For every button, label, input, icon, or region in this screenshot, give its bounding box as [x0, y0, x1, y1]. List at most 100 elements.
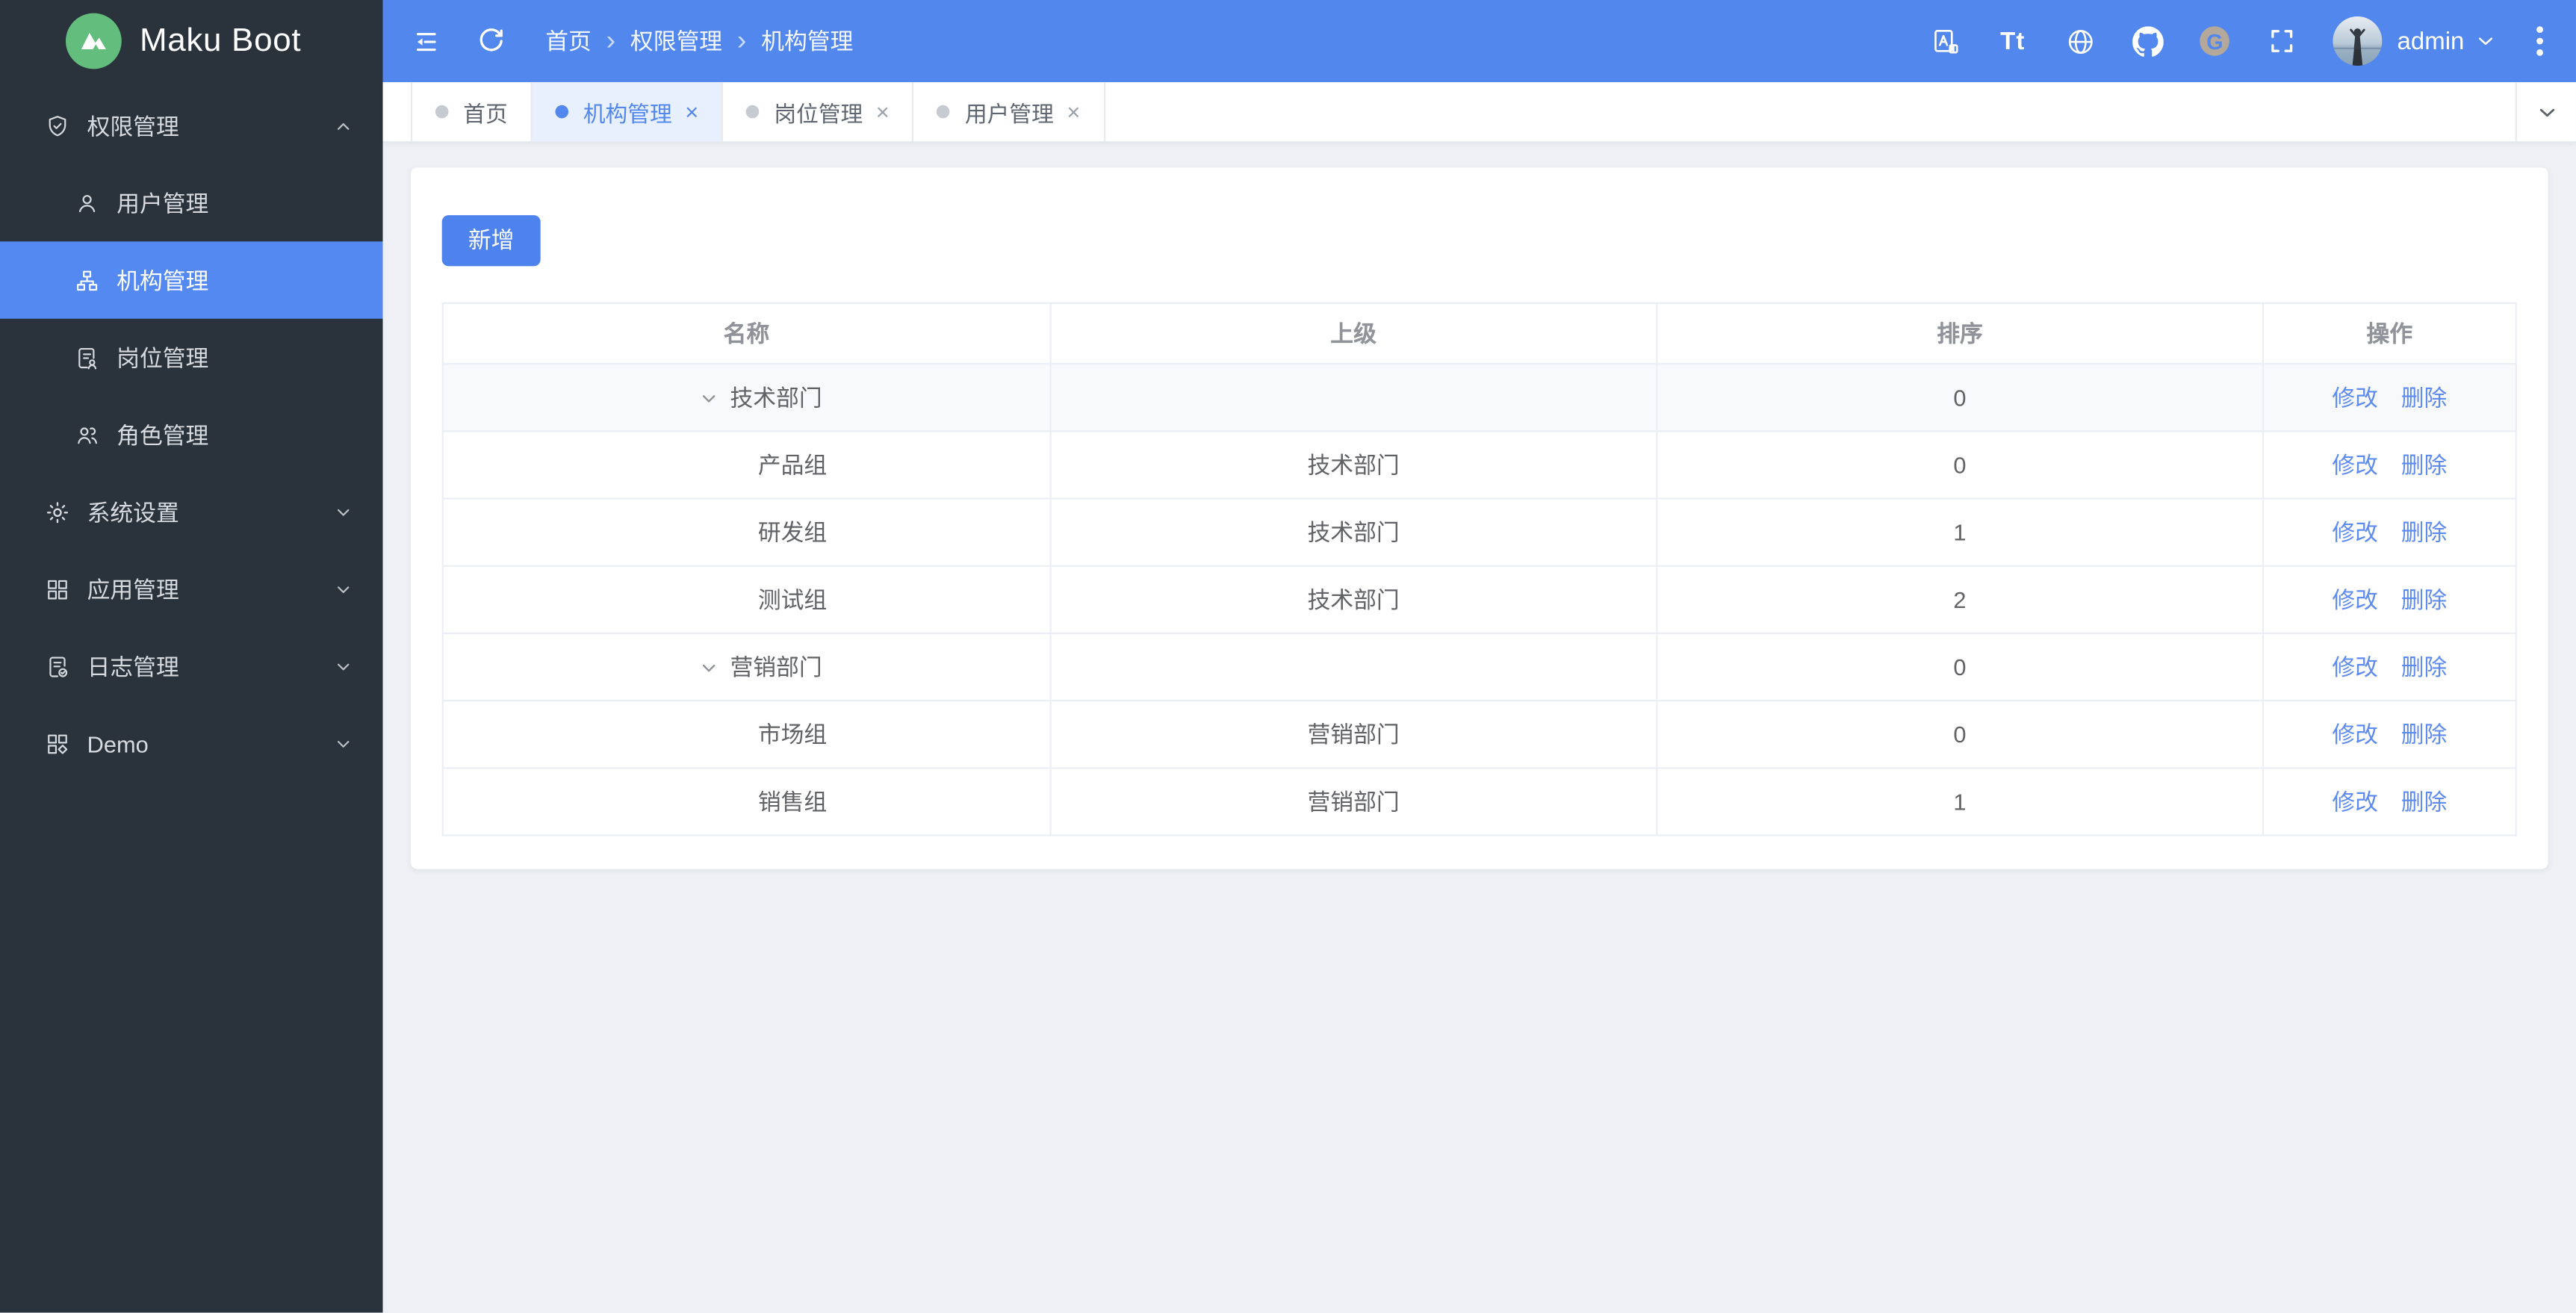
expand-arrow-icon[interactable] — [701, 659, 719, 677]
sidebar-item-demo-group[interactable]: Demo — [0, 705, 383, 782]
org-sort: 1 — [1655, 767, 2265, 836]
table-row: 测试组 技术部门 2 修改 删除 — [441, 565, 2517, 635]
org-name: 技术部门 — [730, 384, 822, 411]
translate-icon[interactable] — [1924, 19, 1967, 62]
sidebar-item-users[interactable]: 用户管理 — [0, 164, 383, 241]
font-size-icon[interactable]: Tt — [1991, 19, 2034, 62]
chevron-up-icon — [334, 116, 353, 135]
menu-fold-icon[interactable] — [404, 19, 447, 62]
user-name[interactable]: admin — [2397, 27, 2465, 55]
app-title: Maku Boot — [139, 22, 302, 59]
sidebar-item-label: 机构管理 — [117, 267, 209, 294]
org-sort: 0 — [1655, 430, 2265, 500]
table-row: 研发组 技术部门 1 修改 删除 — [441, 497, 2517, 567]
kebab-menu-icon[interactable] — [2524, 19, 2557, 62]
org-table: 名称 上级 排序 操作 技术部门 0 修改 删除 产品组 技术部门 0 修改 删… — [441, 302, 2517, 836]
sidebar-item-roles[interactable]: 角色管理 — [0, 396, 383, 473]
chevron-right-icon: › — [736, 23, 747, 55]
org-name: 市场组 — [757, 721, 828, 748]
refresh-icon[interactable] — [470, 19, 512, 62]
content-area: 新增 名称 上级 排序 操作 技术部门 0 修改 删除 产品组 技术部门 0 修… — [383, 143, 2576, 1313]
delete-link[interactable]: 删除 — [2401, 654, 2448, 680]
tab-home[interactable]: 首页 — [410, 81, 533, 142]
chevron-down-icon — [334, 502, 353, 521]
column-header-name: 名称 — [441, 302, 1052, 365]
delete-link[interactable]: 删除 — [2401, 586, 2448, 612]
globe-icon[interactable] — [2058, 19, 2101, 62]
tab-dot-icon — [555, 105, 569, 119]
edit-link[interactable]: 修改 — [2332, 789, 2378, 815]
org-name: 营销部门 — [730, 654, 822, 680]
org-parent — [1049, 363, 1658, 432]
table-row: 产品组 技术部门 0 修改 删除 — [441, 430, 2517, 500]
column-header-actions: 操作 — [2262, 302, 2517, 365]
github-icon[interactable] — [2126, 19, 2169, 62]
gitee-icon[interactable]: G — [2194, 19, 2236, 62]
tab-bar: 首页 机构管理 × 岗位管理 × 用户管理 × — [382, 81, 2576, 143]
edit-link[interactable]: 修改 — [2332, 654, 2378, 680]
org-name: 产品组 — [757, 451, 828, 479]
edit-link[interactable]: 修改 — [2332, 721, 2378, 748]
tab-user[interactable]: 用户管理 × — [914, 81, 1105, 142]
tab-label: 用户管理 — [964, 102, 1054, 127]
sidebar-item-apps-group[interactable]: 应用管理 — [0, 550, 383, 627]
user-icon — [74, 190, 100, 216]
sidebar-item-system-group[interactable]: 系统设置 — [0, 473, 383, 550]
delete-link[interactable]: 删除 — [2401, 789, 2448, 815]
sidebar-item-perm-group[interactable]: 权限管理 — [0, 87, 383, 164]
close-icon[interactable]: × — [876, 100, 890, 123]
delete-link[interactable]: 删除 — [2401, 721, 2448, 748]
breadcrumb-section[interactable]: 权限管理 — [630, 25, 722, 58]
close-icon[interactable]: × — [685, 100, 698, 123]
sidebar-item-org[interactable]: 机构管理 — [0, 241, 383, 319]
log-document-icon — [44, 653, 70, 679]
tab-label: 首页 — [463, 102, 508, 127]
breadcrumb-current: 机构管理 — [761, 28, 854, 55]
main-area: 首页 › 权限管理 › 机构管理 Tt G admin 首页 机构管理 × 岗位… — [382, 0, 2576, 1313]
edit-link[interactable]: 修改 — [2332, 586, 2378, 612]
delete-link[interactable]: 删除 — [2401, 519, 2448, 545]
tab-label: 机构管理 — [583, 102, 672, 127]
org-sort: 0 — [1655, 700, 2265, 769]
edit-link[interactable]: 修改 — [2332, 385, 2378, 411]
sidebar-item-posts[interactable]: 岗位管理 — [0, 319, 383, 396]
sidebar-item-label: 权限管理 — [87, 112, 179, 139]
delete-link[interactable]: 删除 — [2401, 452, 2448, 478]
close-icon[interactable]: × — [1067, 100, 1080, 123]
caret-down-icon[interactable] — [2474, 30, 2498, 53]
tab-post[interactable]: 岗位管理 × — [723, 81, 914, 142]
org-chart-icon — [74, 267, 100, 293]
org-parent: 技术部门 — [1049, 565, 1658, 635]
table-row: 营销部门 0 修改 删除 — [441, 632, 2517, 702]
edit-link[interactable]: 修改 — [2332, 519, 2378, 545]
breadcrumb: 首页 › 权限管理 › 机构管理 — [545, 25, 853, 58]
app-window: Maku Boot 权限管理 用户管理 机构管理 岗位管理 角色管理 系统设置 … — [0, 0, 2576, 1313]
sidebar-item-logs-group[interactable]: 日志管理 — [0, 627, 383, 704]
table-row: 销售组 营销部门 1 修改 删除 — [441, 767, 2517, 836]
tab-dot-icon — [937, 105, 951, 119]
fullscreen-icon[interactable] — [2261, 19, 2303, 62]
edit-link[interactable]: 修改 — [2332, 452, 2378, 478]
expand-arrow-icon[interactable] — [701, 389, 719, 407]
delete-link[interactable]: 删除 — [2401, 385, 2448, 411]
user-avatar[interactable] — [2333, 16, 2383, 66]
tab-org[interactable]: 机构管理 × — [532, 81, 724, 142]
sidebar-item-label: 系统设置 — [87, 498, 179, 525]
grid-apps-icon — [44, 576, 70, 602]
breadcrumb-home[interactable]: 首页 — [545, 25, 592, 58]
org-name: 销售组 — [757, 788, 828, 816]
chevron-down-icon — [2539, 108, 2554, 117]
gear-icon — [44, 499, 70, 525]
sidebar: Maku Boot 权限管理 用户管理 机构管理 岗位管理 角色管理 系统设置 … — [0, 0, 383, 1313]
org-name: 测试组 — [757, 586, 828, 613]
app-logo[interactable]: Maku Boot — [0, 0, 383, 82]
sidebar-item-label: Demo — [87, 730, 149, 757]
org-sort: 2 — [1655, 565, 2265, 635]
logo-mountain-icon — [65, 13, 122, 69]
add-button[interactable]: 新增 — [441, 215, 541, 267]
tabs-dropdown-button[interactable] — [2515, 81, 2576, 142]
org-sort: 0 — [1655, 363, 2265, 432]
sidebar-item-label: 用户管理 — [117, 190, 209, 217]
top-header: 首页 › 权限管理 › 机构管理 Tt G admin — [382, 0, 2576, 82]
table-row: 技术部门 0 修改 删除 — [441, 363, 2517, 432]
